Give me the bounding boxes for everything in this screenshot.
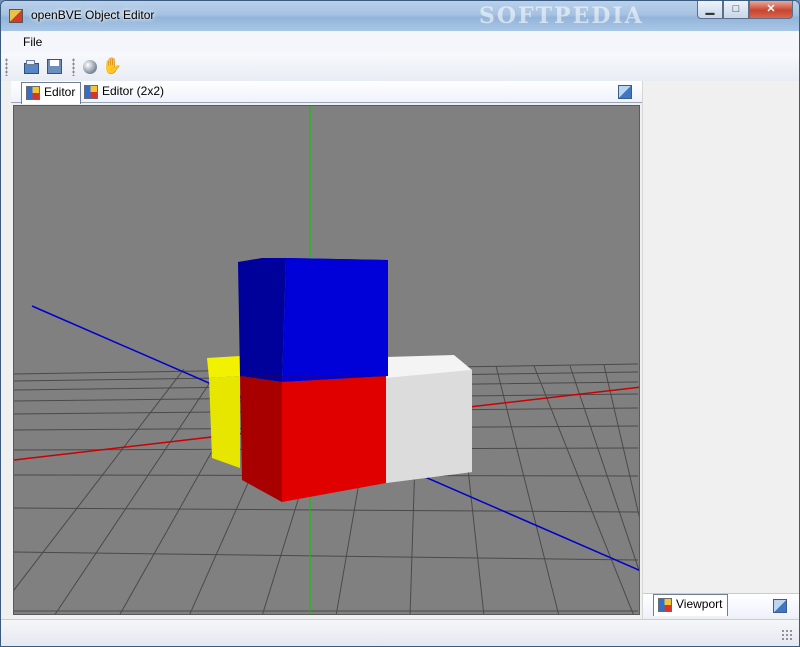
menu-file[interactable]: File <box>15 35 50 49</box>
app-window: openBVE Object Editor SOFTPEDIA ▁ □ ✕ Fi… <box>0 0 800 647</box>
object-icon <box>26 86 40 100</box>
3d-viewport[interactable] <box>13 105 640 615</box>
hand-pan-icon[interactable]: ✋ <box>102 57 122 77</box>
tab-viewport[interactable]: Viewport <box>653 594 729 616</box>
watermark-logo: SOFTPEDIA <box>479 3 644 29</box>
object-icon <box>658 598 672 612</box>
close-button[interactable]: ✕ <box>749 1 793 19</box>
editor-tab-strip: Editor Editor (2x2) <box>11 81 642 104</box>
properties-panel: Viewport <box>642 81 799 619</box>
toolbar-grip[interactable] <box>5 58 8 76</box>
minimize-button[interactable]: ▁ <box>697 1 723 19</box>
window-title: openBVE Object Editor <box>31 8 155 22</box>
editor-area: Editor Editor (2x2) <box>11 81 642 619</box>
toolbar-separator <box>72 58 75 76</box>
picture-icon[interactable] <box>773 599 787 613</box>
toolbar: ✋ <box>1 53 799 81</box>
tab-editor[interactable]: Editor <box>21 82 82 104</box>
tab-editor-label: Editor <box>44 85 76 99</box>
status-bar <box>1 619 799 646</box>
picture-icon[interactable] <box>618 85 632 99</box>
tab-editor-2x2-label: Editor (2x2) <box>102 84 165 98</box>
menu-bar: File <box>1 31 799 53</box>
tab-editor-2x2[interactable]: Editor (2x2) <box>80 82 169 103</box>
viewport-canvas[interactable] <box>14 106 640 615</box>
window-controls: ▁ □ ✕ <box>697 1 793 21</box>
app-icon <box>9 9 23 23</box>
reload-icon[interactable] <box>44 57 64 77</box>
title-bar[interactable]: openBVE Object Editor SOFTPEDIA ▁ □ ✕ <box>1 1 799 31</box>
resize-grip-icon[interactable] <box>781 629 793 641</box>
blue-cube[interactable] <box>238 258 388 382</box>
red-cube[interactable] <box>240 376 386 502</box>
side-tab-strip: Viewport <box>643 593 799 617</box>
yellow-cube[interactable] <box>207 356 240 468</box>
white-cube[interactable] <box>386 355 472 483</box>
tab-viewport-label: Viewport <box>676 597 723 611</box>
globe-icon[interactable] <box>80 57 100 77</box>
maximize-button[interactable]: □ <box>723 1 749 19</box>
open-folder-icon[interactable] <box>22 57 42 77</box>
object-icon <box>84 85 98 99</box>
